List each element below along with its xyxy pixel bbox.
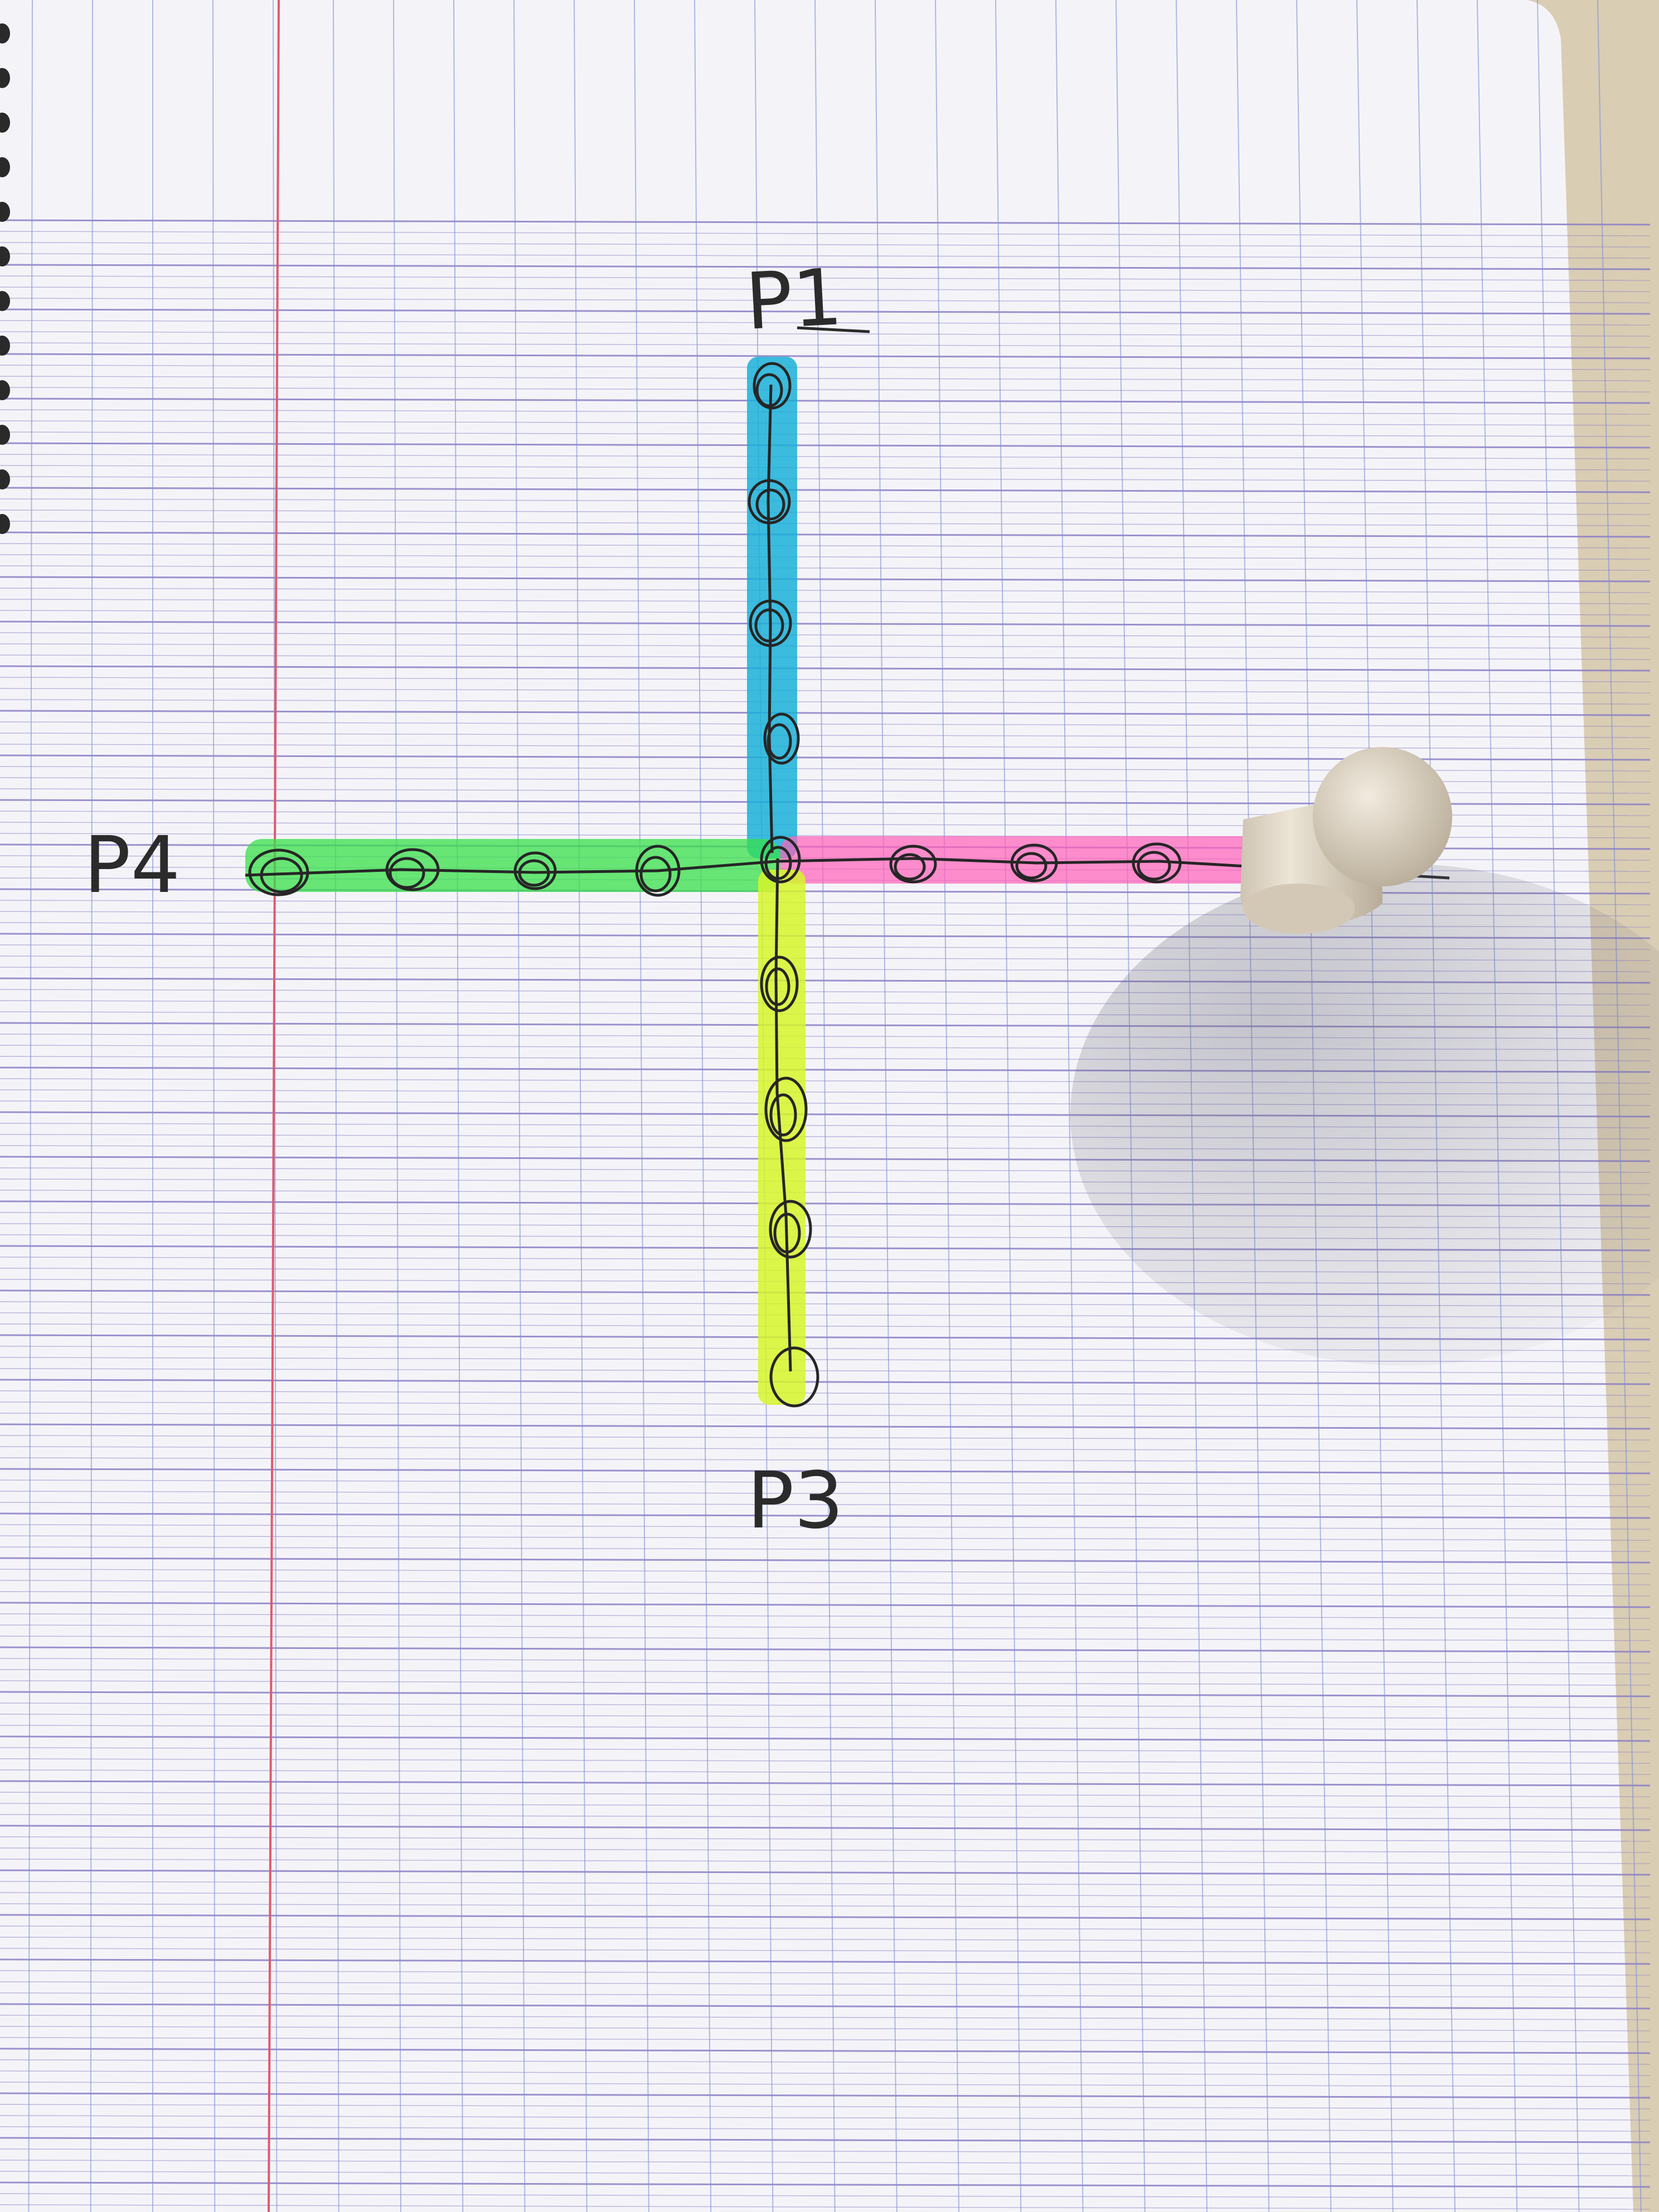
label-p1: P1 (743, 252, 845, 348)
notebook-photo: P1 P4 P3 (0, 0, 1659, 2212)
highlight-left-green (245, 839, 780, 892)
label-p4: P4 (84, 820, 181, 911)
label-p3: P3 (747, 1456, 844, 1546)
highlight-bottom-yellow (758, 870, 806, 1405)
